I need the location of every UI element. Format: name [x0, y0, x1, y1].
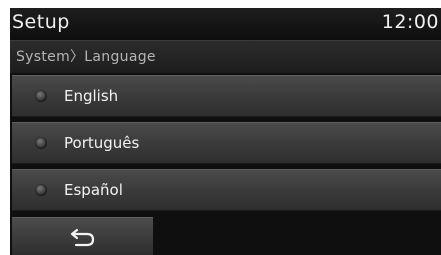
radio-indicator-icon	[35, 90, 47, 102]
header-bar: Setup 12:00	[10, 8, 441, 36]
language-option-english[interactable]: English	[12, 75, 441, 117]
language-option-portugues[interactable]: Português	[12, 122, 441, 164]
language-label: English	[64, 87, 119, 105]
language-label: Español	[64, 181, 123, 199]
page-title: Setup	[12, 11, 70, 33]
back-button[interactable]	[12, 217, 153, 255]
breadcrumb: System〉Language	[16, 49, 156, 65]
clock: 12:00	[381, 11, 439, 33]
radio-indicator-icon	[35, 184, 47, 196]
breadcrumb-bar: System〉Language	[10, 40, 441, 73]
language-option-espanol[interactable]: Español	[12, 169, 441, 211]
back-arrow-icon	[70, 228, 95, 247]
language-label: Português	[64, 134, 140, 152]
setup-screen: Setup 12:00 System〉Language English Port…	[10, 8, 441, 255]
radio-indicator-icon	[35, 137, 47, 149]
